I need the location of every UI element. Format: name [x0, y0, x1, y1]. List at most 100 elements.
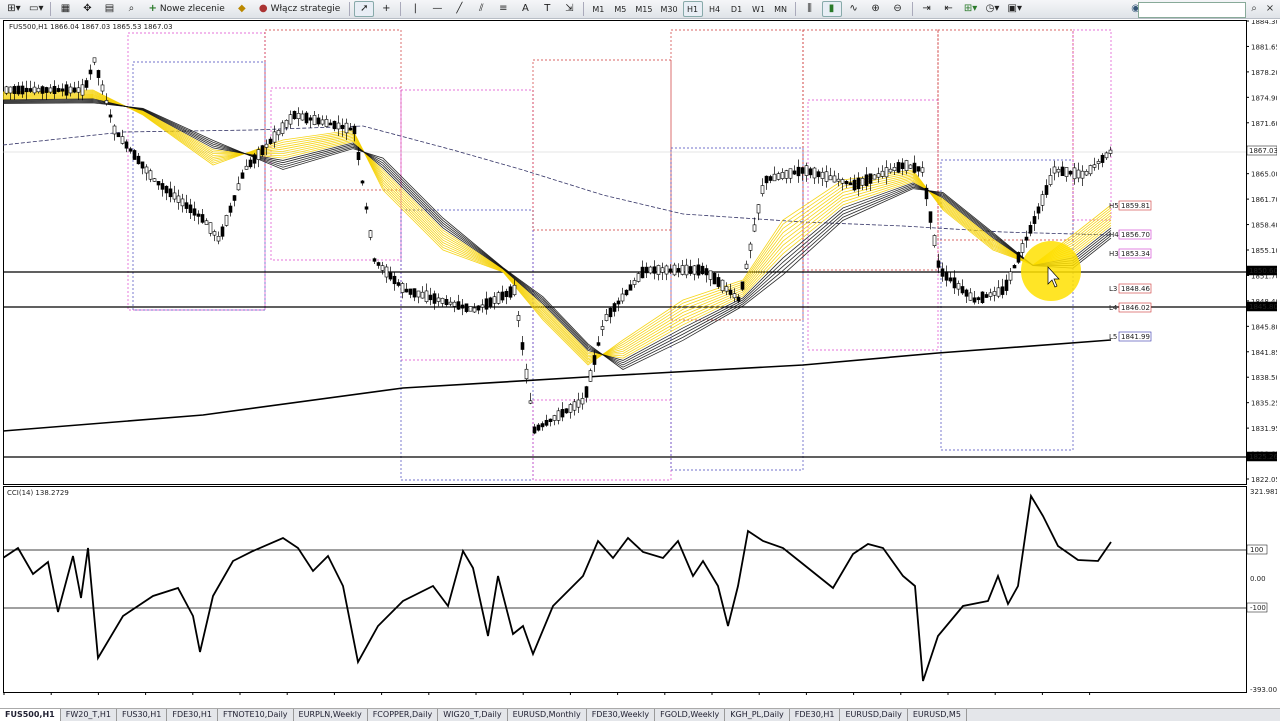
timeframe-h1-button[interactable]: H1 [682, 1, 703, 17]
candle-body [528, 400, 533, 404]
timeframe-w1-button[interactable]: W1 [749, 1, 769, 17]
cursor-tool-button[interactable]: ➚ [354, 1, 375, 17]
bar-chart-button[interactable]: ⫼ [800, 1, 820, 17]
candle-body [156, 181, 161, 186]
chart-tab[interactable]: FDE30,H1 [167, 709, 218, 721]
candle-body [300, 113, 305, 121]
candle-body [376, 262, 381, 266]
candle-body [848, 182, 853, 186]
candle-body [148, 170, 153, 180]
templates-button[interactable]: ▣▾ [1005, 1, 1025, 17]
candle-body [940, 268, 945, 277]
text-button[interactable]: A [515, 1, 535, 17]
candle-body [488, 297, 493, 307]
timeframe-m15-button[interactable]: M15 [632, 1, 655, 17]
chart-tab[interactable]: FCOPPER,Daily [368, 709, 439, 721]
candle-body [1108, 149, 1113, 154]
indicators-button[interactable]: ⊞▾ [961, 1, 981, 17]
new-order-button[interactable]: + Nowe zlecenie [143, 1, 229, 17]
new-chart-button[interactable]: ⊞▾ [4, 1, 24, 17]
chart-window[interactable]: 1884.301881.651878.201874.901871.601868.… [3, 20, 1277, 696]
chart-tab[interactable]: FDE30,H1 [790, 709, 841, 721]
vertical-line-button[interactable]: | [405, 1, 425, 17]
candle-body [256, 149, 261, 160]
zoom-in-button[interactable]: ⊕ [866, 1, 886, 17]
candle-body [400, 283, 405, 293]
candle-body [220, 226, 225, 237]
enable-strategies-button[interactable]: ● Włącz strategie [254, 1, 346, 17]
chart-tab[interactable]: EURPLN,Weekly [294, 709, 368, 721]
candle-body [556, 410, 561, 421]
autoscroll-button[interactable]: ⇥ [917, 1, 937, 17]
search-icon[interactable]: ⌕ [1248, 3, 1260, 15]
timeframe-mn-button[interactable]: MN [771, 1, 791, 17]
chart-tab[interactable]: EURUSD,Monthly [508, 709, 587, 721]
candle-body [564, 408, 569, 414]
chart-canvas[interactable]: 1884.301881.651878.201874.901871.601868.… [3, 20, 1277, 696]
chart-tab[interactable]: FGOLD,Weekly [655, 709, 726, 721]
candle-body [1000, 286, 1005, 295]
chart-tab[interactable]: EURUSD,Daily [840, 709, 908, 721]
chart-tab[interactable]: FUS30,H1 [117, 709, 168, 721]
candle-body [708, 270, 713, 280]
timeframe-m1-button[interactable]: M1 [588, 1, 608, 17]
candle-body [656, 265, 661, 275]
indicator-frame [3, 486, 1247, 693]
price-tick-label: 1881.65 [1251, 43, 1277, 51]
channel-button[interactable]: ⫽ [471, 1, 491, 17]
chart-tab[interactable]: EURUSD,M5 [908, 709, 967, 721]
candle-body [864, 174, 869, 186]
metaeditor-button[interactable]: ◆ [232, 1, 252, 17]
crosshair-tool-button[interactable]: + [376, 1, 396, 17]
timeframe-m30-button[interactable]: M30 [657, 1, 680, 17]
candle-body [748, 243, 753, 251]
arrows-button[interactable]: ⇲ [559, 1, 579, 17]
chart-tab[interactable]: FTNOTE10,Daily [218, 709, 294, 721]
candle-body [688, 266, 693, 274]
chart-symbol-header: FUS500,H1 1866.04 1867.03 1865.53 1867.0… [9, 23, 173, 31]
candle-body [360, 180, 365, 184]
candlestick-button[interactable]: ▮ [821, 1, 842, 17]
candle-body [108, 114, 113, 118]
chart-tab[interactable]: FDE30,Weekly [587, 709, 656, 721]
strategy-tester-button[interactable]: ⌕ [121, 1, 141, 17]
candle-body [912, 162, 917, 173]
plus-icon: + [148, 3, 157, 14]
timeframe-d1-button[interactable]: D1 [727, 1, 747, 17]
chart-tab[interactable]: FW20_T,H1 [61, 709, 117, 721]
trendline-button[interactable]: ╱ [449, 1, 469, 17]
candle-body [264, 143, 269, 148]
candle-body [316, 117, 321, 125]
chart-tab[interactable]: WIG20_T,Daily [438, 709, 508, 721]
timeframe-m5-button[interactable]: M5 [610, 1, 630, 17]
candle-body [612, 303, 617, 312]
candle-body [616, 300, 621, 305]
zoom-out-button[interactable]: ⊖ [888, 1, 908, 17]
profiles-button[interactable]: ▭▾ [26, 1, 46, 17]
timeframe-h4-button[interactable]: H4 [705, 1, 725, 17]
chart-tab[interactable]: KGH_PL,Daily [725, 709, 790, 721]
periods-button[interactable]: ◷▾ [983, 1, 1003, 17]
chart-tab[interactable]: FUS500,H1 [0, 709, 61, 721]
candle-body [172, 192, 177, 200]
chart-shift-button[interactable]: ⇤ [939, 1, 959, 17]
market-watch-button[interactable]: ▦ [55, 1, 75, 17]
candle-body [640, 266, 645, 279]
candle-body [960, 286, 965, 294]
candle-body [888, 168, 893, 173]
candle-body [808, 168, 813, 176]
candle-body [32, 86, 37, 94]
candle-body [752, 224, 757, 232]
close-icon[interactable]: × [1264, 3, 1276, 15]
candle-body [756, 204, 761, 214]
candle-body [132, 150, 137, 160]
text-label-button[interactable]: T [537, 1, 557, 17]
navigator-button[interactable]: ✥ [77, 1, 97, 17]
search-input[interactable] [1138, 2, 1246, 18]
price-tick-label: 1861.70 [1251, 196, 1277, 204]
candle-body [224, 215, 229, 226]
line-chart-button[interactable]: ∿ [844, 1, 864, 17]
horizontal-line-button[interactable]: — [427, 1, 447, 17]
terminal-button[interactable]: ▤ [99, 1, 119, 17]
fibonacci-button[interactable]: ≡ [493, 1, 513, 17]
